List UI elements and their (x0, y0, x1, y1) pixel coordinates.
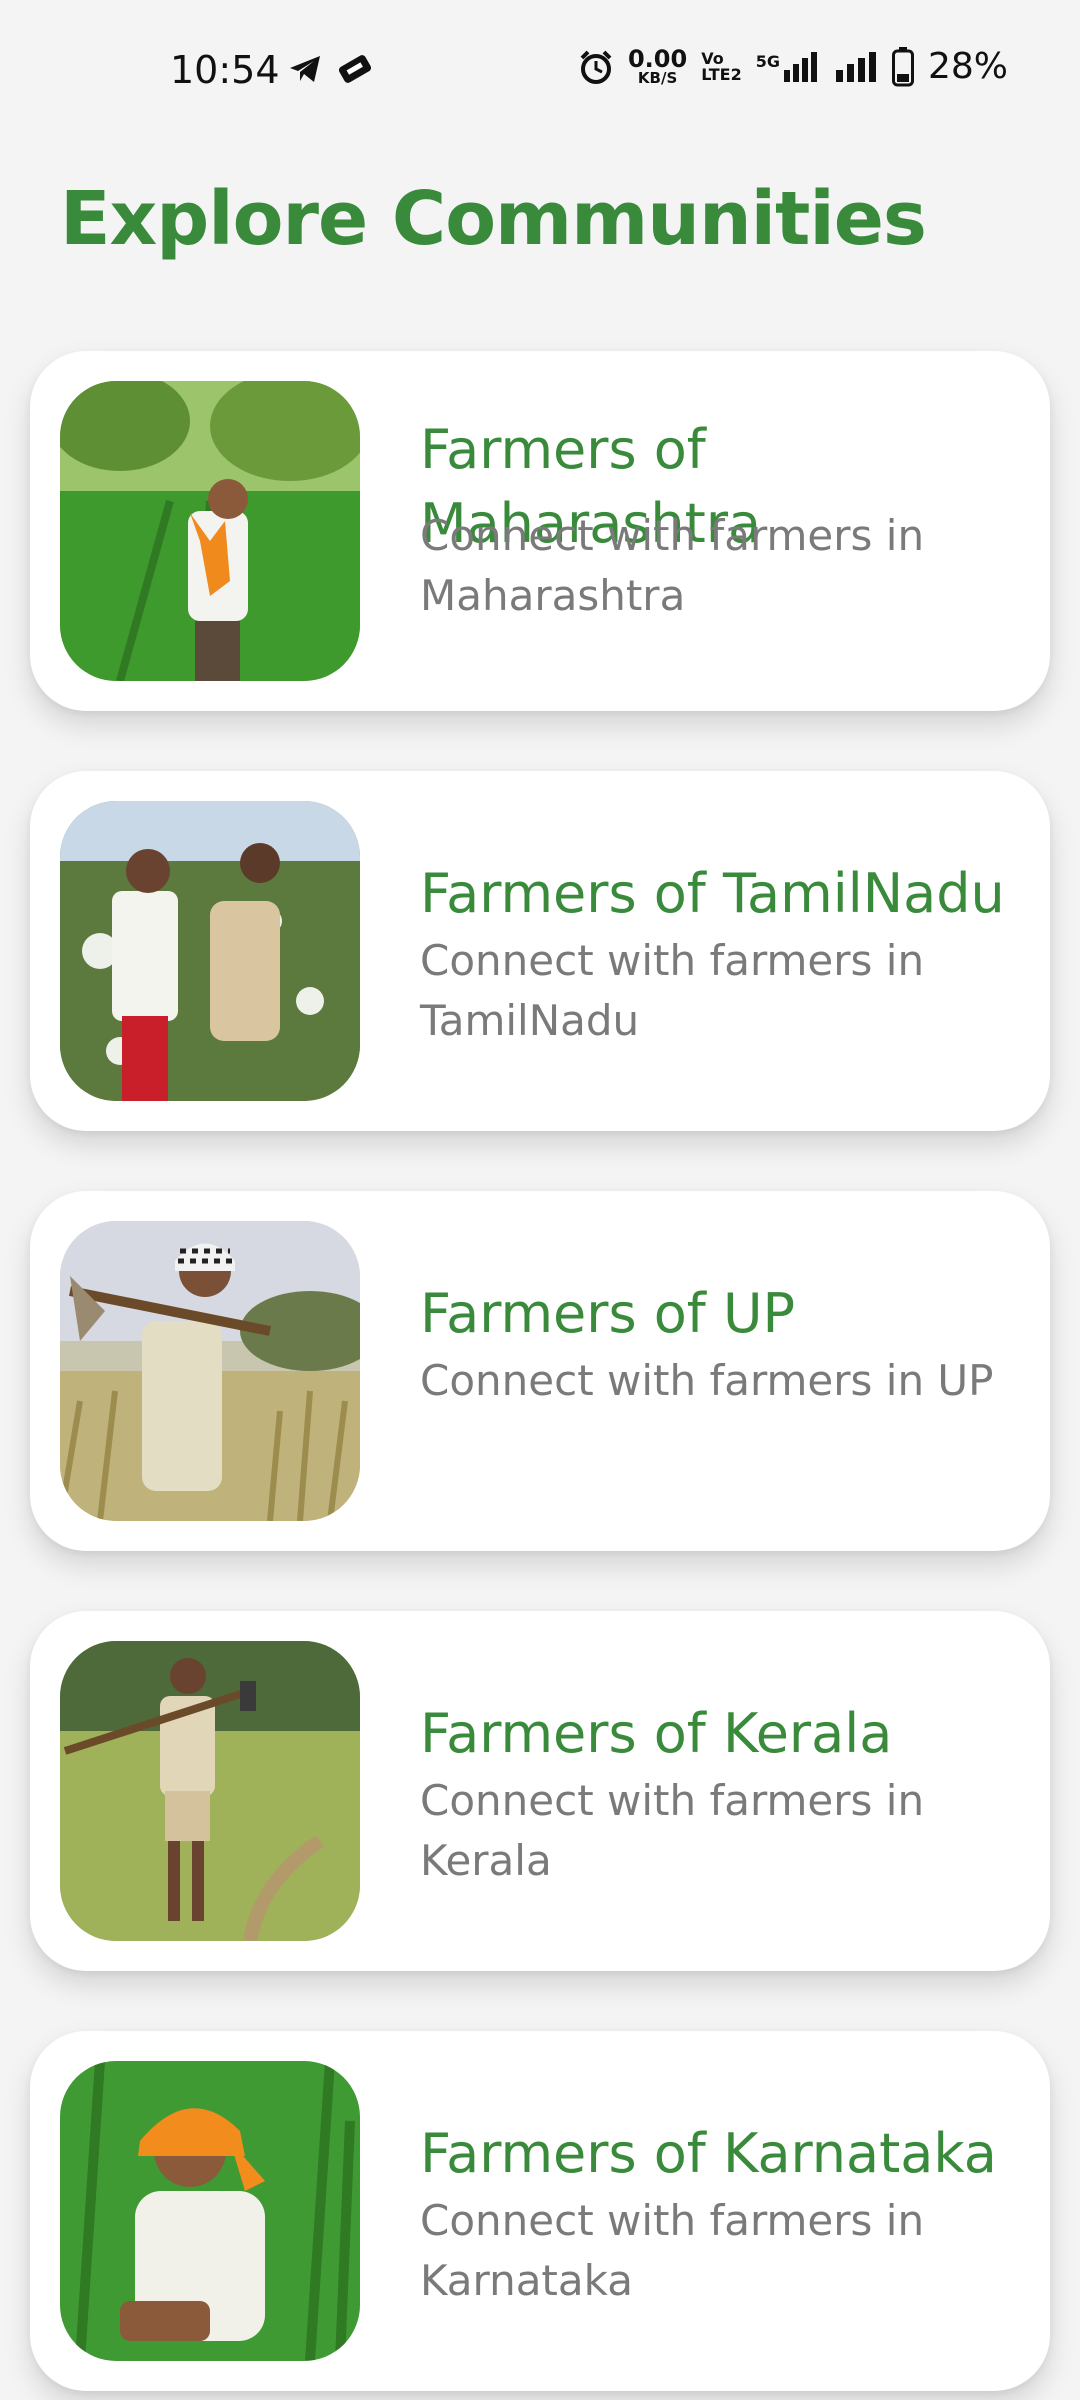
telegram-icon (290, 56, 320, 82)
community-title: Farmers of UP (420, 1282, 796, 1345)
community-title: Farmers of Karnataka (420, 2122, 997, 2185)
battery-icon (891, 46, 914, 86)
community-card-karnataka[interactable]: Farmers of Karnataka Connect with farmer… (30, 2031, 1050, 2391)
battery-percentage: 28% (927, 46, 1008, 87)
volte-bottom: LTE2 (701, 64, 742, 84)
community-card-tamilnadu[interactable]: Farmers of TamilNadu Connect with farmer… (30, 771, 1050, 1131)
community-title: Farmers of TamilNadu (420, 862, 1005, 925)
notification-icons (288, 54, 372, 84)
community-image-up (60, 1221, 360, 1521)
network-speed: 0.00 KB/S (628, 47, 687, 86)
community-card-up[interactable]: Farmers of UP Connect with farmers in UP (30, 1191, 1050, 1551)
status-bar: 10:54 0.00 KB/S Vo LTE2 5G 28% (0, 0, 1080, 145)
community-subtitle: Connect with farmers in Karnataka (420, 2196, 925, 2305)
net-speed-unit: KB/S (637, 69, 678, 87)
community-image-kerala (60, 1641, 360, 1941)
signal-icon (783, 51, 817, 82)
system-status-icons: 0.00 KB/S Vo LTE2 5G 28% (578, 46, 1008, 87)
community-card-kerala[interactable]: Farmers of Kerala Connect with farmers i… (30, 1611, 1050, 1971)
page-title: Explore Communities (60, 176, 927, 262)
signal-icon-sim2 (835, 51, 876, 82)
community-subtitle: Connect with farmers in Maharashtra (420, 511, 925, 620)
alarm-icon (580, 50, 612, 84)
community-subtitle: Connect with farmers in TamilNadu (420, 936, 925, 1045)
community-subtitle: Connect with farmers in UP (420, 1356, 994, 1405)
community-image-karnataka (60, 2061, 360, 2361)
community-card-maharashtra[interactable]: Farmers of Maharashtra Connect with farm… (30, 351, 1050, 711)
community-image-maharashtra (60, 381, 360, 681)
net-speed-value: 0.00 (627, 45, 688, 73)
signal-strength-5g: 5G (755, 51, 820, 82)
app-notification-icon (338, 55, 372, 83)
status-time: 10:54 (170, 48, 280, 92)
community-image-tamilnadu (60, 801, 360, 1101)
community-title: Farmers of Kerala (420, 1702, 893, 1765)
community-subtitle: Connect with farmers in Kerala (420, 1776, 925, 1885)
network-type: 5G (755, 51, 780, 71)
volte-indicator: Vo LTE2 (701, 50, 742, 84)
